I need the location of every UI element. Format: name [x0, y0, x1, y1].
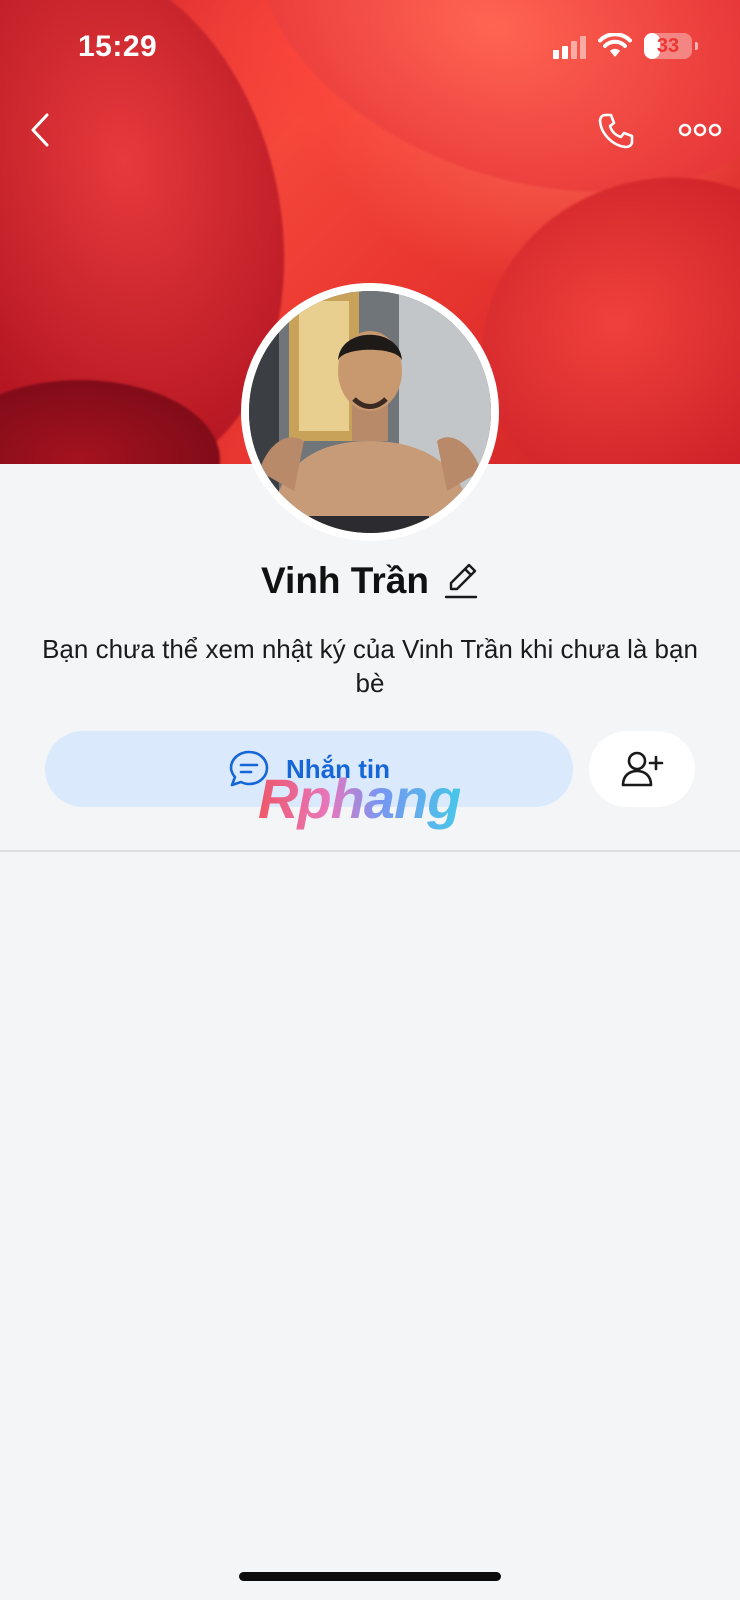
add-user-icon [621, 751, 664, 787]
battery-cap [695, 42, 698, 50]
avatar [249, 291, 491, 533]
wifi-icon [598, 33, 632, 57]
avatar-frame[interactable] [241, 283, 499, 541]
section-divider [0, 850, 740, 852]
profile-screen: 15:29 33 Vinh Trần Bạn chưa thể xem nhật… [0, 0, 740, 1600]
pencil-icon[interactable] [443, 561, 479, 601]
more-dots-icon [678, 123, 722, 137]
avatar-photo [249, 291, 491, 533]
profile-name: Vinh Trần [261, 560, 429, 601]
phone-icon [598, 113, 634, 149]
privacy-notice: Bạn chưa thể xem nhật ký của Vinh Trần k… [42, 634, 698, 698]
signal-bars-icon [553, 33, 586, 59]
message-label: Nhắn tin [286, 753, 390, 784]
battery-icon: 33 [644, 33, 698, 59]
call-button[interactable] [591, 106, 641, 156]
chevron-left-icon [31, 113, 49, 147]
status-bar: 15:29 33 [0, 0, 740, 100]
status-icons: 33 [553, 33, 698, 59]
status-time: 15:29 [78, 30, 158, 63]
home-indicator[interactable] [239, 1572, 501, 1581]
message-button[interactable]: Nhắn tin [45, 731, 573, 807]
chat-bubble-icon [229, 750, 269, 787]
battery-level: 33 [656, 34, 680, 57]
profile-name-row: Vinh Trần [0, 560, 740, 602]
back-button[interactable] [20, 106, 60, 154]
more-button[interactable] [672, 112, 728, 148]
add-friend-button[interactable] [589, 731, 695, 807]
